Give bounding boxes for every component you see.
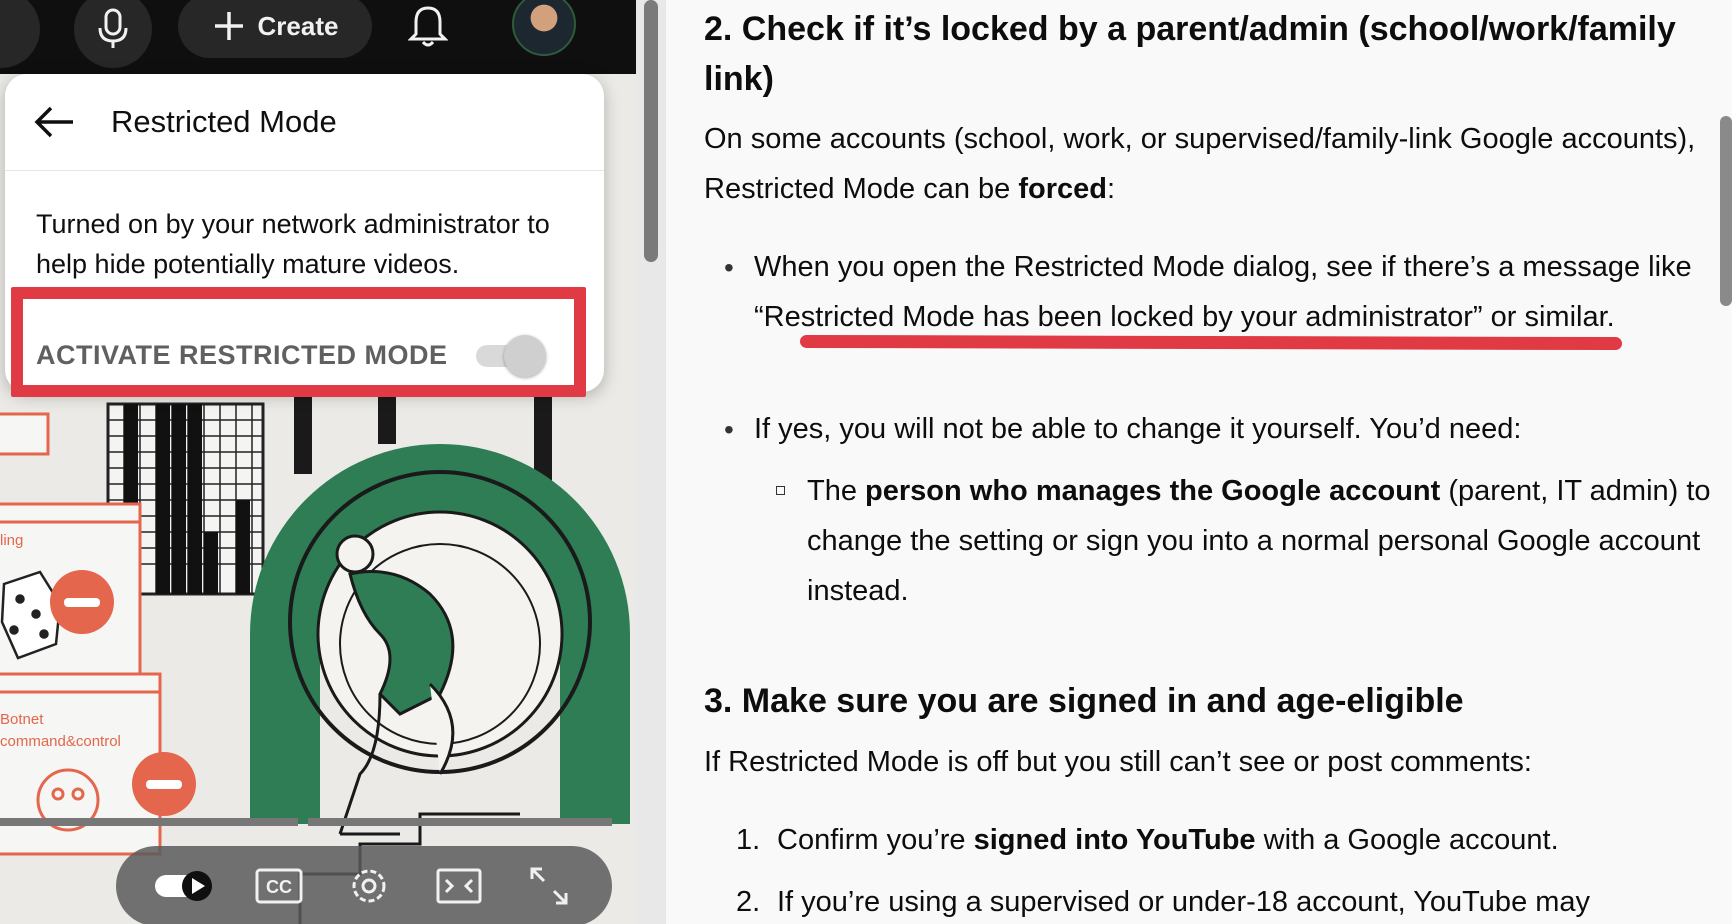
illustration-label-botnet: Botnet (0, 711, 44, 728)
progress-segment (308, 818, 612, 826)
bell-icon (408, 6, 448, 47)
captions-button[interactable]: CC (249, 856, 309, 916)
video-progress-bar[interactable] (0, 818, 612, 826)
create-label: Create (257, 10, 339, 41)
svg-text:CC: CC (266, 877, 292, 897)
article-pane: 2. Check if it’s locked by a parent/admi… (666, 0, 1732, 924)
back-arrow-icon[interactable] (33, 105, 75, 139)
scrollbar-thumb[interactable] (644, 0, 658, 262)
section-3-heading: 3. Make sure you are signed in and age-e… (704, 682, 1464, 720)
sub-bullet-square (776, 486, 785, 495)
autoplay-toggle[interactable] (149, 856, 219, 916)
settings-button[interactable] (339, 856, 399, 916)
miniplayer-icon (436, 868, 482, 904)
underline-annotation (799, 334, 1623, 351)
fullscreen-icon (530, 867, 568, 905)
settings-icon (352, 869, 386, 903)
create-button[interactable]: Create (178, 0, 372, 58)
restricted-mode-title: Restricted Mode (111, 104, 337, 139)
left-pane-scrollbar[interactable] (636, 0, 666, 924)
youtube-pane: ling Botnet command&control Create Restr… (0, 0, 636, 924)
plus-icon (214, 12, 243, 40)
captions-icon: CC (255, 868, 303, 904)
voice-search-button[interactable] (74, 0, 152, 68)
bullet-dot: • (724, 414, 734, 445)
illustration-label-ling: ling (0, 532, 23, 549)
avatar[interactable] (512, 0, 576, 56)
illustration-label-command: command&control (0, 733, 121, 750)
bullet-item-2: If yes, you will not be able to change i… (754, 413, 1522, 445)
numbered-item-2: If you’re using a supervised or under-18… (777, 886, 1591, 918)
miniplayer-button[interactable] (429, 856, 489, 916)
section-2-intro: On some accounts (school, work, or super… (704, 123, 1696, 205)
fullscreen-button[interactable] (519, 856, 579, 916)
bullet-dot: • (724, 252, 734, 283)
restricted-mode-header: Restricted Mode (5, 74, 604, 171)
locked-message-quote: “Restricted Mode has been locked by your… (754, 301, 1483, 333)
progress-segment (0, 818, 298, 826)
list-number-2: 2. (736, 886, 761, 918)
section-2-heading: 2. Check if it’s locked by a parent/admi… (704, 10, 1676, 98)
list-number-1: 1. (736, 824, 761, 856)
highlight-box-annotation (11, 287, 586, 397)
search-button[interactable] (0, 0, 40, 68)
numbered-item-1: Confirm you’re signed into YouTube with … (777, 824, 1559, 856)
microphone-icon (98, 8, 128, 48)
right-pane-scrollbar-thumb[interactable] (1720, 116, 1732, 306)
bullet-item-1: When you open the Restricted Mode dialog… (754, 251, 1692, 333)
section-3-intro: If Restricted Mode is off but you still … (704, 746, 1532, 778)
autoplay-toggle-icon (155, 871, 212, 901)
restricted-mode-description: Turned on by your network administrator … (36, 209, 550, 279)
player-controls: CC (116, 846, 612, 924)
notifications-button[interactable] (402, 0, 454, 52)
sub-bullet-item: The person who manages the Google accoun… (807, 475, 1711, 607)
youtube-top-bar: Create (0, 0, 636, 74)
